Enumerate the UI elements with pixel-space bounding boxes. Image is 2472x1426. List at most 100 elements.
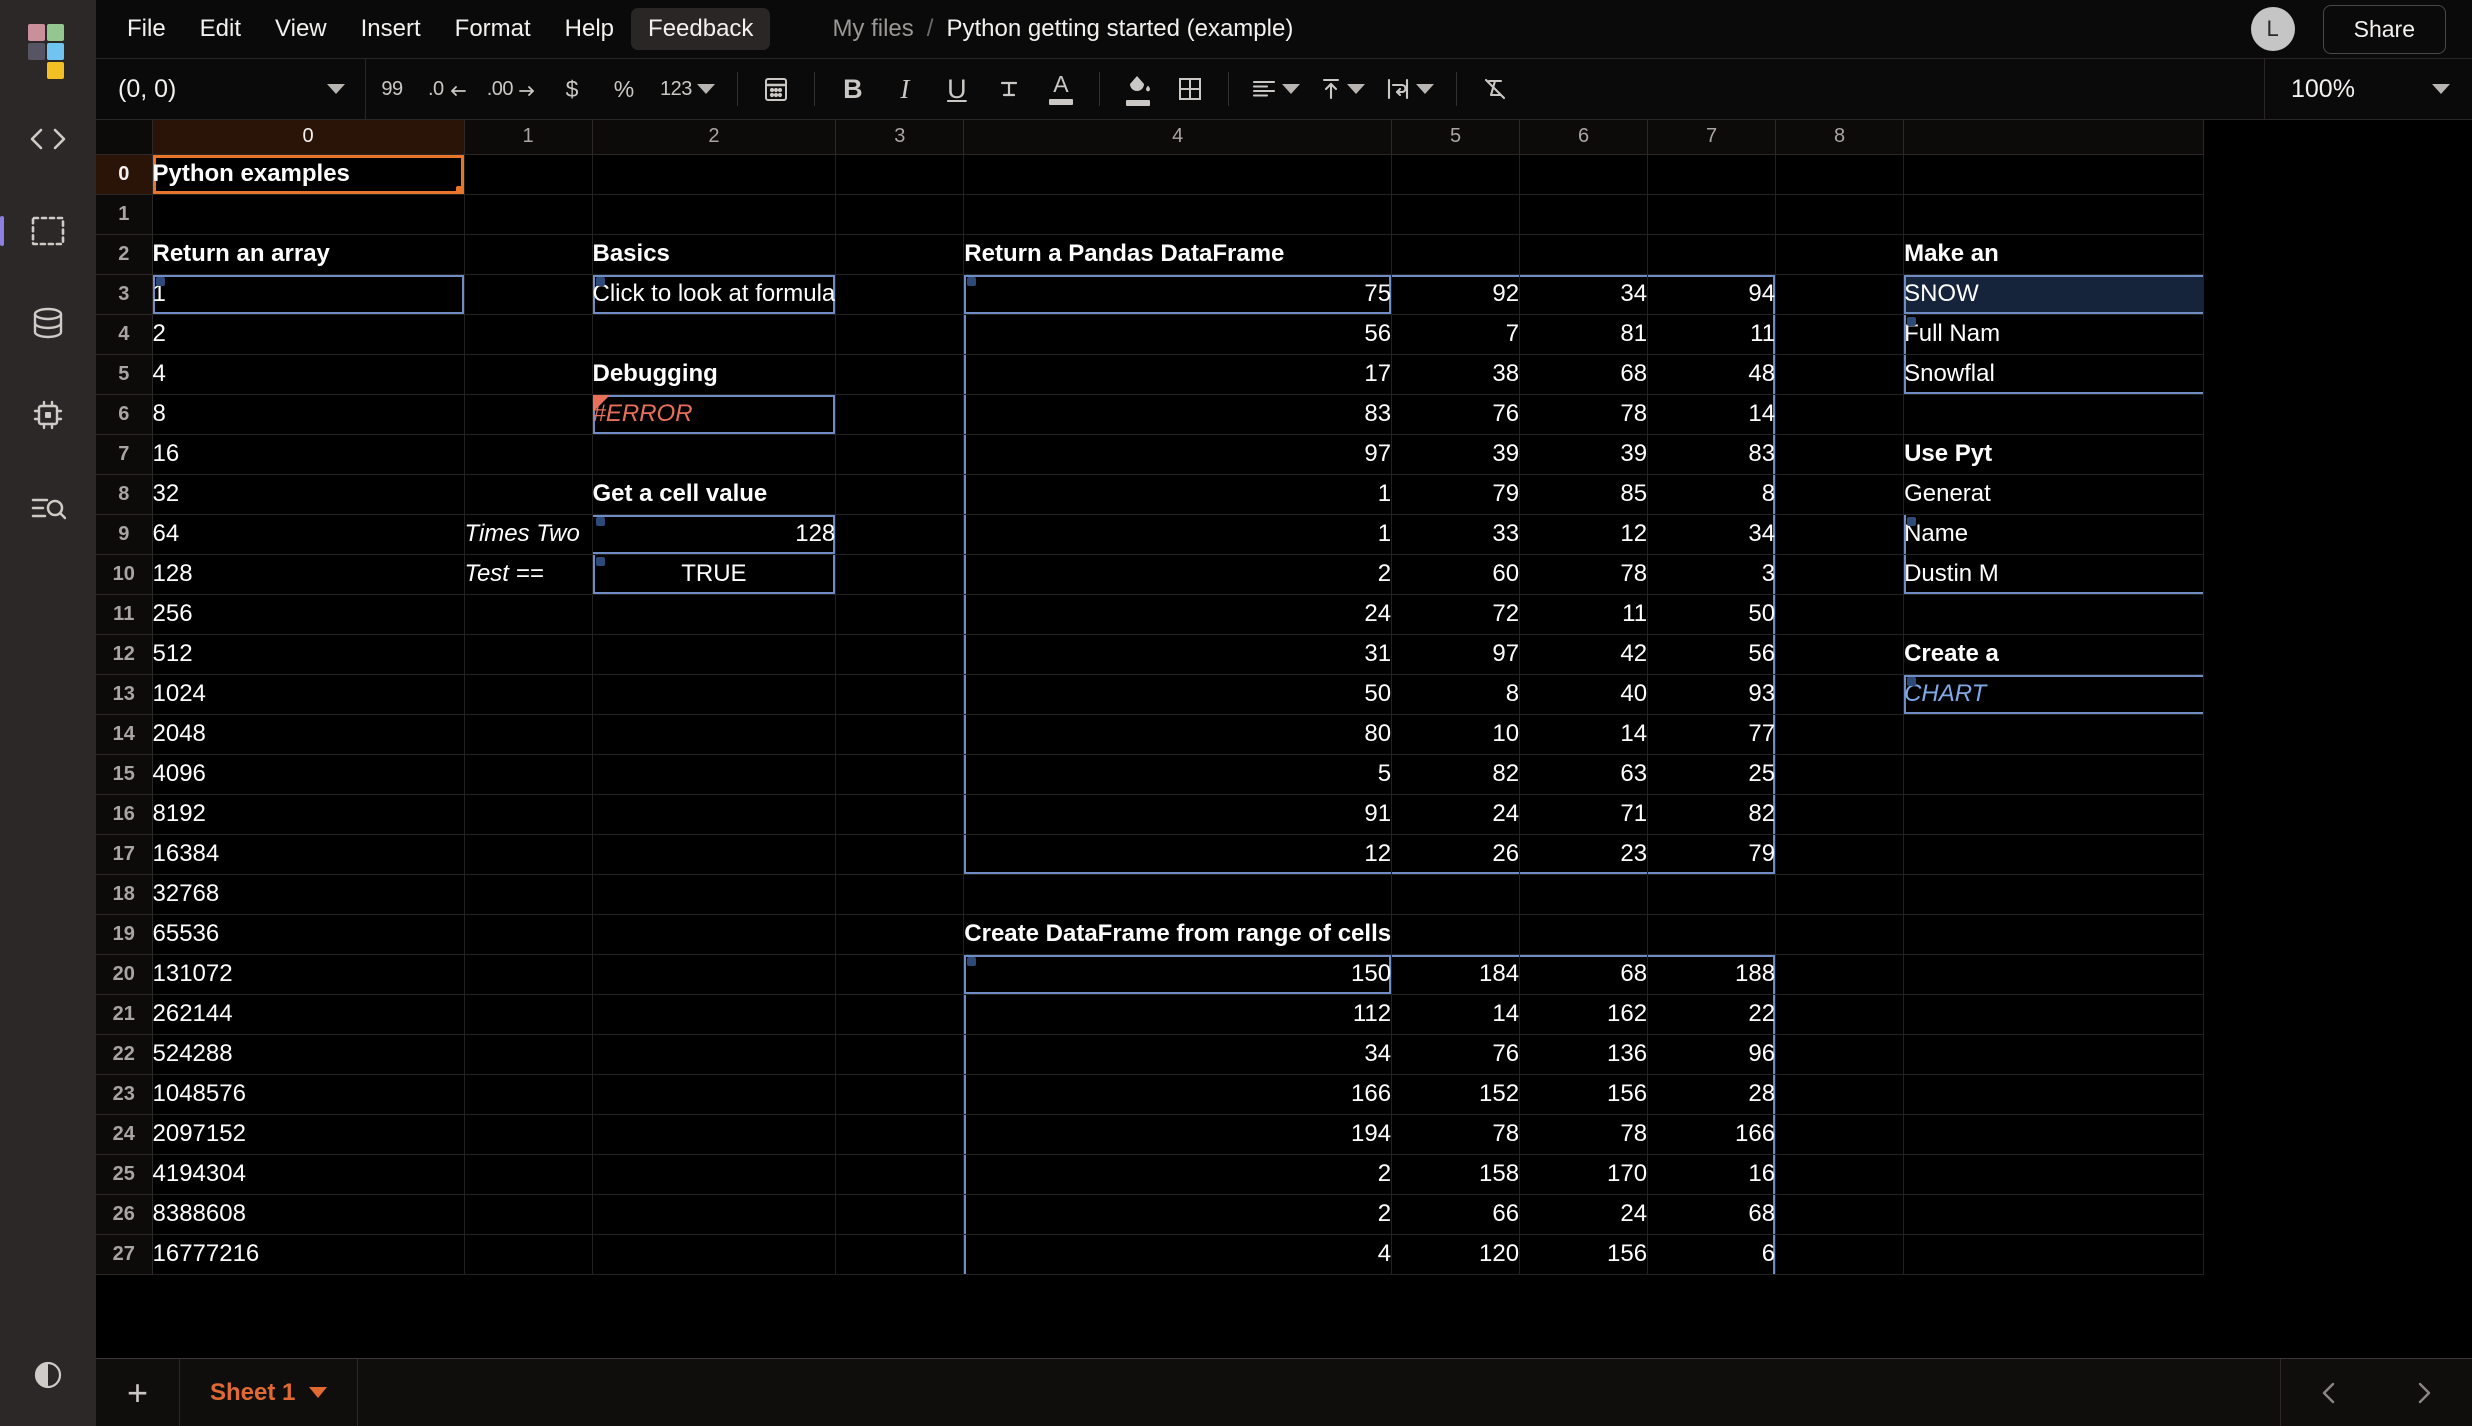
row-header-14[interactable]: 14 [96, 714, 153, 755]
grid-cell-1-9[interactable] [1903, 194, 2205, 235]
grid-cell-2-5[interactable] [1391, 234, 1521, 275]
grid-cell-9-6[interactable]: 12 [1519, 514, 1649, 555]
grid-cell-0-4[interactable] [963, 154, 1393, 195]
grid-cell-11-8[interactable] [1775, 594, 1905, 635]
grid-cell-26-5[interactable]: 66 [1391, 1194, 1521, 1235]
col-header-1[interactable]: 1 [464, 120, 593, 155]
grid-cell-20-6[interactable]: 68 [1519, 954, 1649, 995]
grid-cell-16-6[interactable]: 71 [1519, 794, 1649, 835]
grid-cell-4-0[interactable]: 2 [152, 314, 465, 355]
grid-cell-21-6[interactable]: 162 [1519, 994, 1649, 1035]
grid-cell-17-3[interactable] [835, 834, 965, 875]
grid-cell-22-5[interactable]: 76 [1391, 1034, 1521, 1075]
grid-cell-8-8[interactable] [1775, 474, 1905, 515]
row-header-25[interactable]: 25 [96, 1154, 153, 1195]
grid-cell-24-8[interactable] [1775, 1114, 1905, 1155]
spreadsheet-grid[interactable]: 0 1 2 3 4 5 6 7 8 0 Python examples 1 2 Retu… [96, 120, 2472, 1358]
grid-cell-6-4[interactable]: 83 [963, 394, 1393, 435]
grid-cell-9-5[interactable]: 33 [1391, 514, 1521, 555]
grid-cell-20-8[interactable] [1775, 954, 1905, 995]
grid-cell-9-3[interactable] [835, 514, 965, 555]
grid-cell-18-1[interactable] [464, 874, 593, 915]
date-format-button[interactable] [750, 58, 802, 120]
grid-cell-12-6[interactable]: 42 [1519, 634, 1649, 675]
grid-cell-22-3[interactable] [835, 1034, 965, 1075]
grid-cell-16-1[interactable] [464, 794, 593, 835]
row-header-0[interactable]: 0 [96, 154, 153, 195]
grid-cell-17-4[interactable]: 12 [963, 834, 1393, 875]
menu-format[interactable]: Format [438, 8, 548, 50]
row-header-19[interactable]: 19 [96, 914, 153, 955]
grid-cell-1-0[interactable] [152, 194, 465, 235]
sheet-tab-sheet-1[interactable]: Sheet 1 [180, 1359, 359, 1426]
row-header-16[interactable]: 16 [96, 794, 153, 835]
grid-cell-0-8[interactable] [1775, 154, 1905, 195]
grid-cell-16-2[interactable] [592, 794, 837, 835]
grid-cell-20-4[interactable]: 150 [963, 954, 1393, 995]
grid-cell-10-3[interactable] [835, 554, 965, 595]
col-header-6[interactable]: 6 [1519, 120, 1649, 155]
grid-cell-10-9[interactable]: Dustin M [1903, 554, 2205, 595]
grid-cell-22-6[interactable]: 136 [1519, 1034, 1649, 1075]
grid-cell-25-6[interactable]: 170 [1519, 1154, 1649, 1195]
grid-cell-5-2[interactable]: Debugging [592, 354, 837, 395]
grid-cell-4-7[interactable]: 11 [1647, 314, 1777, 355]
grid-cell-2-1[interactable] [464, 234, 593, 275]
grid-cell-20-3[interactable] [835, 954, 965, 995]
grid-cell-2-2[interactable]: Basics [592, 234, 837, 275]
grid-cell-6-5[interactable]: 76 [1391, 394, 1521, 435]
grid-cell-7-0[interactable]: 16 [152, 434, 465, 475]
row-header-5[interactable]: 5 [96, 354, 153, 395]
grid-cell-20-7[interactable]: 188 [1647, 954, 1777, 995]
grid-cell-2-0[interactable]: Return an array [152, 234, 465, 275]
grid-cell-26-3[interactable] [835, 1194, 965, 1235]
grid-cell-18-2[interactable] [592, 874, 837, 915]
grid-cell-11-1[interactable] [464, 594, 593, 635]
grid-cell-6-1[interactable] [464, 394, 593, 435]
grid-cell-17-7[interactable]: 79 [1647, 834, 1777, 875]
row-header-12[interactable]: 12 [96, 634, 153, 675]
avatar[interactable]: L [2250, 7, 2295, 51]
app-logo[interactable] [28, 24, 68, 79]
grid-cell-4-5[interactable]: 7 [1391, 314, 1521, 355]
grid-cell-18-6[interactable] [1519, 874, 1649, 915]
grid-cell-12-2[interactable] [592, 634, 837, 675]
grid-cell-26-8[interactable] [1775, 1194, 1905, 1235]
grid-cell-17-6[interactable]: 23 [1519, 834, 1649, 875]
grid-cell-16-4[interactable]: 91 [963, 794, 1393, 835]
grid-cell-4-3[interactable] [835, 314, 965, 355]
grid-cell-13-5[interactable]: 8 [1391, 674, 1521, 715]
grid-cell-5-3[interactable] [835, 354, 965, 395]
rail-item-database[interactable] [20, 300, 76, 346]
row-header-23[interactable]: 23 [96, 1074, 153, 1115]
row-header-4[interactable]: 4 [96, 314, 153, 355]
grid-cell-18-5[interactable] [1391, 874, 1521, 915]
grid-cell-23-5[interactable]: 152 [1391, 1074, 1521, 1115]
grid-cell-19-9[interactable] [1903, 914, 2205, 955]
grid-cell-27-3[interactable] [835, 1234, 965, 1275]
grid-cell-12-5[interactable]: 97 [1391, 634, 1521, 675]
grid-cell-8-4[interactable]: 1 [963, 474, 1393, 515]
grid-cell-21-0[interactable]: 262144 [152, 994, 465, 1035]
grid-cell-8-1[interactable] [464, 474, 593, 515]
prev-sheet-button[interactable] [2301, 1359, 2357, 1426]
grid-cell-9-2[interactable]: 128 [592, 514, 837, 555]
grid-cell-23-4[interactable]: 166 [963, 1074, 1393, 1115]
grid-cell-0-6[interactable] [1519, 154, 1649, 195]
grid-cell-25-8[interactable] [1775, 1154, 1905, 1195]
grid-cell-1-1[interactable] [464, 194, 593, 235]
next-sheet-button[interactable] [2396, 1359, 2452, 1426]
grid-cell-23-6[interactable]: 156 [1519, 1074, 1649, 1115]
grid-cell-3-9[interactable]: SNOW [1903, 274, 2205, 315]
grid-cell-12-3[interactable] [835, 634, 965, 675]
menu-help[interactable]: Help [548, 8, 631, 50]
rail-item-search[interactable] [20, 484, 76, 530]
grid-cell-27-7[interactable]: 6 [1647, 1234, 1777, 1275]
grid-cell-24-9[interactable] [1903, 1114, 2205, 1155]
grid-cell-1-4[interactable] [963, 194, 1393, 235]
rail-item-code[interactable] [20, 116, 76, 162]
grid-cell-8-5[interactable]: 79 [1391, 474, 1521, 515]
add-sheet-button[interactable]: + [96, 1359, 180, 1426]
grid-cell-27-9[interactable] [1903, 1234, 2205, 1275]
grid-cell-24-2[interactable] [592, 1114, 837, 1155]
